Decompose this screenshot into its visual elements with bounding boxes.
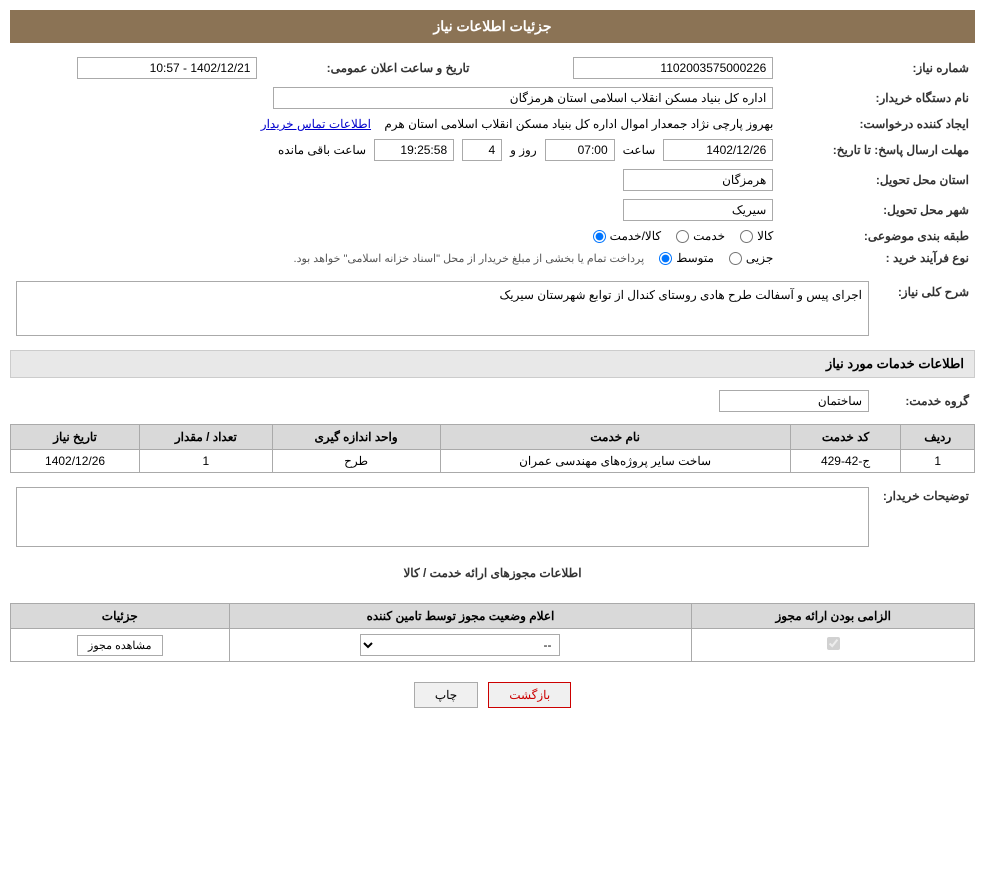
main-info-table: شماره نیاز: تاریخ و ساعت اعلان عمومی: نا… xyxy=(10,53,975,269)
category-options: کالا خدمت کالا/خدمت xyxy=(10,225,779,247)
service-group-input[interactable] xyxy=(719,390,869,412)
radio-motevaset[interactable]: متوسط xyxy=(659,251,714,265)
license-details-cell: مشاهده مجوز xyxy=(11,629,230,662)
radio-jozei-input[interactable] xyxy=(729,252,742,265)
buyer-org-label: نام دستگاه خریدار: xyxy=(779,83,975,113)
col-date: تاریخ نیاز xyxy=(11,425,140,450)
license-col-required: الزامی بودن ارائه مجوز xyxy=(692,604,975,629)
buyer-notes-value-cell xyxy=(10,483,875,554)
need-number-input[interactable] xyxy=(573,57,773,79)
days-label: روز و xyxy=(510,143,537,157)
radio-kala-input[interactable] xyxy=(740,230,753,243)
response-date-input[interactable] xyxy=(663,139,773,161)
city-input[interactable] xyxy=(623,199,773,221)
service-group-table: گروه خدمت: xyxy=(10,386,975,416)
purchase-type-note: پرداخت تمام یا بخشی از مبلغ خریدار از مح… xyxy=(294,252,645,265)
services-table: ردیف کد خدمت نام خدمت واحد اندازه گیری ت… xyxy=(10,424,975,473)
license-status-cell: -- xyxy=(229,629,692,662)
remaining-days-input[interactable] xyxy=(462,139,502,161)
cell-unit: طرح xyxy=(272,450,440,473)
announcement-label: تاریخ و ساعت اعلان عمومی: xyxy=(263,53,499,83)
buyer-org-input[interactable] xyxy=(273,87,773,109)
response-time-input[interactable] xyxy=(545,139,615,161)
radio-jozei[interactable]: جزیی xyxy=(729,251,773,265)
cell-quantity: 1 xyxy=(140,450,272,473)
category-label: طبقه بندی موضوعی: xyxy=(779,225,975,247)
province-label: استان محل تحویل: xyxy=(779,165,975,195)
license-required-checkbox[interactable] xyxy=(827,637,840,650)
col-quantity: تعداد / مقدار xyxy=(140,425,272,450)
radio-kala-khedmat-input[interactable] xyxy=(593,230,606,243)
description-box: اجرای پیس و آسفالت طرح هادی روستای کندال… xyxy=(16,281,869,336)
description-table: شرح کلی نیاز: اجرای پیس و آسفالت طرح هاد… xyxy=(10,277,975,340)
remaining-time-label: ساعت باقی مانده xyxy=(278,143,366,157)
col-name: نام خدمت xyxy=(440,425,790,450)
print-button[interactable]: چاپ xyxy=(414,682,478,708)
buyer-org-value xyxy=(10,83,779,113)
description-value-cell: اجرای پیس و آسفالت طرح هادی روستای کندال… xyxy=(10,277,875,340)
province-value xyxy=(10,165,779,195)
cell-date: 1402/12/26 xyxy=(11,450,140,473)
license-section-title: اطلاعات مجوزهای ارائه خدمت / کالا xyxy=(10,566,975,580)
service-info-section-title: اطلاعات خدمات مورد نیاز xyxy=(10,350,975,378)
creator-contact-link[interactable]: اطلاعات تماس خریدار xyxy=(261,117,371,131)
time-label: ساعت xyxy=(623,143,656,157)
description-text: اجرای پیس و آسفالت طرح هادی روستای کندال… xyxy=(500,288,862,302)
service-group-value-cell xyxy=(10,386,875,416)
buyer-notes-textarea[interactable] xyxy=(16,487,869,547)
license-status-select[interactable]: -- xyxy=(360,634,560,656)
buyer-notes-table: توضیحات خریدار: xyxy=(10,483,975,554)
view-license-button[interactable]: مشاهده مجوز xyxy=(77,635,162,656)
announcement-input[interactable] xyxy=(77,57,257,79)
col-row: ردیف xyxy=(901,425,975,450)
license-col-details: جزئیات xyxy=(11,604,230,629)
section-title-text: جزئیات اطلاعات نیاز xyxy=(433,18,551,34)
announcement-value xyxy=(10,53,263,83)
table-row: 1 ج-42-429 ساخت سایر پروژه‌های مهندسی عم… xyxy=(11,450,975,473)
creator-text: بهروز پارچی نژاد جمعدار اموال اداره کل ب… xyxy=(384,117,773,131)
radio-khedmat[interactable]: خدمت xyxy=(676,229,725,243)
radio-motevaset-input[interactable] xyxy=(659,252,672,265)
col-unit: واحد اندازه گیری xyxy=(272,425,440,450)
city-value xyxy=(10,195,779,225)
list-item: -- مشاهده مجوز xyxy=(11,629,975,662)
cell-name: ساخت سایر پروژه‌های مهندسی عمران xyxy=(440,450,790,473)
remaining-time-input[interactable] xyxy=(374,139,454,161)
section-header: جزئیات اطلاعات نیاز xyxy=(10,10,975,43)
radio-khedmat-input[interactable] xyxy=(676,230,689,243)
page-wrapper: جزئیات اطلاعات نیاز شماره نیاز: تاریخ و … xyxy=(0,0,985,875)
radio-kala[interactable]: کالا xyxy=(740,229,773,243)
back-button[interactable]: بازگشت xyxy=(488,682,571,708)
col-code: کد خدمت xyxy=(790,425,901,450)
purchase-type-label: نوع فرآیند خرید : xyxy=(779,247,975,269)
cell-row: 1 xyxy=(901,450,975,473)
service-group-label: گروه خدمت: xyxy=(875,386,975,416)
response-date-row: ساعت روز و ساعت باقی مانده xyxy=(10,135,779,165)
province-input[interactable] xyxy=(623,169,773,191)
need-number-label: شماره نیاز: xyxy=(779,53,975,83)
purchase-type-row: جزیی متوسط پرداخت تمام یا بخشی از مبلغ خ… xyxy=(10,247,779,269)
bottom-buttons: بازگشت چاپ xyxy=(10,682,975,708)
response-date-label: مهلت ارسال پاسخ: تا تاریخ: xyxy=(779,135,975,165)
need-number-value xyxy=(500,53,780,83)
buyer-notes-label: توضیحات خریدار: xyxy=(875,483,975,554)
cell-code: ج-42-429 xyxy=(790,450,901,473)
license-table: الزامی بودن ارائه مجوز اعلام وضعیت مجوز … xyxy=(10,603,975,662)
creator-value: بهروز پارچی نژاد جمعدار اموال اداره کل ب… xyxy=(10,113,779,135)
creator-label: ایجاد کننده درخواست: xyxy=(779,113,975,135)
radio-kala-khedmat[interactable]: کالا/خدمت xyxy=(593,229,661,243)
license-required-cell xyxy=(692,629,975,662)
license-col-status: اعلام وضعیت مجوز توسط تامین کننده xyxy=(229,604,692,629)
city-label: شهر محل تحویل: xyxy=(779,195,975,225)
description-label: شرح کلی نیاز: xyxy=(875,277,975,340)
